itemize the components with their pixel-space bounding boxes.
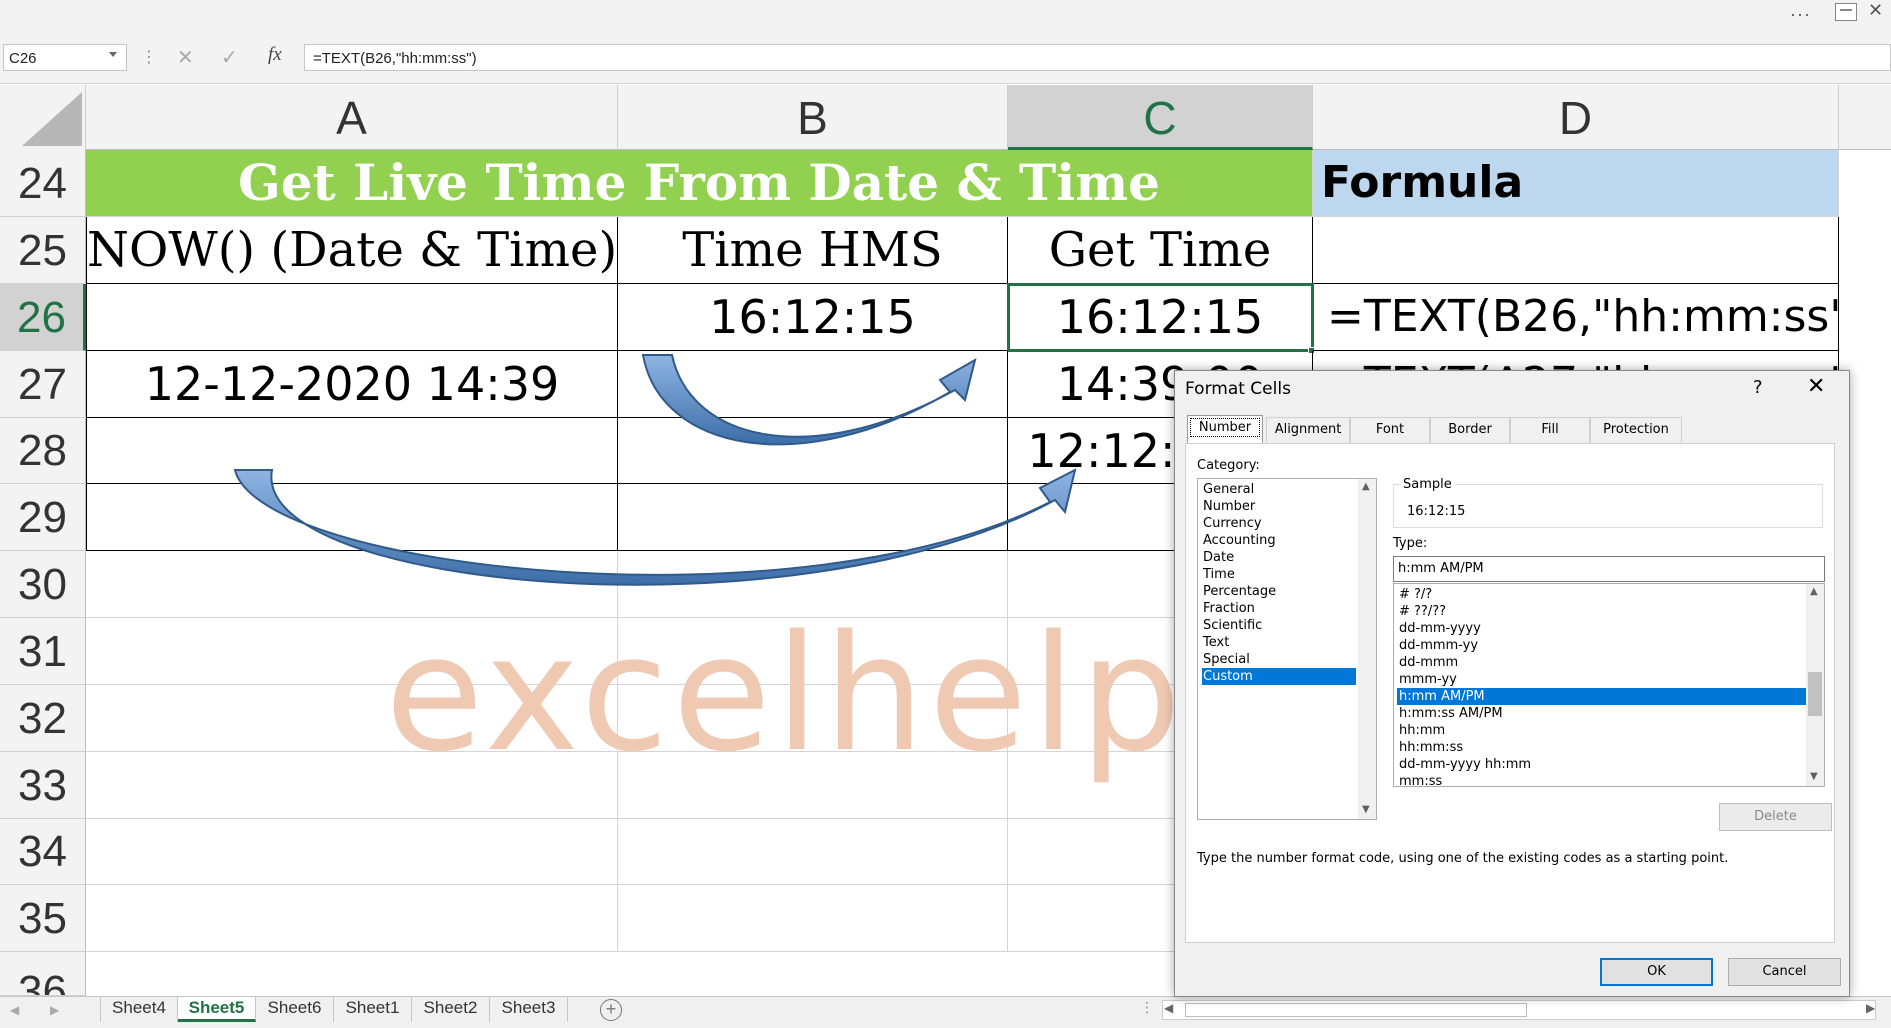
category-percentage[interactable]: Percentage [1202,583,1356,600]
sample-value: 16:12:15 [1407,504,1466,519]
type-list[interactable]: # ?/? # ??/?? dd-mm-yyyy dd-mmm-yy dd-mm… [1393,583,1825,787]
type-option[interactable]: h:mm:ss AM/PM [1397,705,1807,722]
horizontal-scroll-thumb[interactable] [1185,1003,1527,1017]
arrow-a-to-c-large [233,468,1077,586]
tab-border[interactable]: Border [1430,417,1510,443]
category-time[interactable]: Time [1202,566,1356,583]
sheet-tab-sheet3[interactable]: Sheet3 [490,997,568,1022]
sample-label: Sample [1400,477,1455,492]
format-hint-text: Type the number format code, using one o… [1197,851,1729,866]
tab-font[interactable]: Font [1350,417,1430,443]
tab-number-label: Number [1189,418,1261,437]
type-label: Type: [1393,536,1428,551]
scroll-down-icon[interactable]: ▼ [1362,804,1370,815]
split-handle-icon[interactable]: ⋮ [1140,999,1154,1016]
tab-protection[interactable]: Protection [1590,417,1682,443]
sheet-tab-sheet6[interactable]: Sheet6 [256,997,334,1022]
sheet-tab-sheet5[interactable]: Sheet5 [178,997,256,1022]
category-scientific[interactable]: Scientific [1202,617,1356,634]
dialog-title: Format Cells [1185,379,1291,399]
type-option[interactable]: dd-mm-yyyy [1397,620,1807,637]
category-special[interactable]: Special [1202,651,1356,668]
type-option[interactable]: hh:mm:ss [1397,739,1807,756]
scroll-up-icon[interactable]: ▲ [1362,481,1370,492]
tab-alignment[interactable]: Alignment [1266,417,1350,443]
sheet-tab-sheet4[interactable]: Sheet4 [100,997,178,1022]
type-option[interactable]: hh:mm [1397,722,1807,739]
scroll-up-icon[interactable]: ▲ [1810,586,1818,597]
category-custom[interactable]: Custom [1202,668,1356,685]
scroll-down-icon[interactable]: ▼ [1810,771,1818,782]
type-option[interactable]: # ?/? [1397,586,1807,603]
category-label: Category: [1197,458,1260,473]
help-icon[interactable]: ? [1753,377,1763,398]
sheet-tab-sheet2[interactable]: Sheet2 [412,997,490,1022]
sheet-tab-sheet1[interactable]: Sheet1 [334,997,412,1022]
scroll-tabs-right-icon[interactable]: ▶ [50,1003,59,1017]
type-option[interactable]: dd-mm-yyyy hh:mm [1397,756,1807,773]
tab-fill[interactable]: Fill [1510,417,1590,443]
arrow-b-to-c-small [641,354,977,446]
type-option[interactable]: mmm-yy [1397,671,1807,688]
category-fraction[interactable]: Fraction [1202,600,1356,617]
format-cells-dialog: Format Cells ? ✕ Number Alignment Font B… [1174,370,1850,997]
category-scrollbar[interactable] [1358,479,1376,819]
close-icon[interactable]: ✕ [1807,374,1825,399]
category-text[interactable]: Text [1202,634,1356,651]
type-option[interactable]: mm:ss [1397,773,1807,786]
cancel-button[interactable]: Cancel [1728,958,1841,986]
type-option[interactable]: # ??/?? [1397,603,1807,620]
category-number[interactable]: Number [1202,498,1356,515]
scroll-tabs-left-icon[interactable]: ◀ [10,1003,19,1017]
ok-button[interactable]: OK [1600,958,1713,986]
category-list[interactable]: General Number Currency Accounting Date … [1197,478,1377,820]
category-date[interactable]: Date [1202,549,1356,566]
type-input[interactable]: h:mm AM/PM [1393,556,1825,582]
category-accounting[interactable]: Accounting [1202,532,1356,549]
type-option[interactable]: dd-mmm-yy [1397,637,1807,654]
category-general[interactable]: General [1202,481,1356,498]
category-currency[interactable]: Currency [1202,515,1356,532]
add-sheet-icon[interactable]: + [600,999,622,1021]
delete-button[interactable]: Delete [1719,803,1832,831]
scroll-left-icon[interactable]: ◀ [1164,1001,1173,1015]
type-option-selected[interactable]: h:mm AM/PM [1397,688,1807,705]
type-option[interactable]: dd-mmm [1397,654,1807,671]
scroll-right-icon[interactable]: ▶ [1866,1001,1875,1015]
tab-number[interactable]: Number [1187,415,1263,443]
type-scroll-thumb[interactable] [1808,672,1822,716]
